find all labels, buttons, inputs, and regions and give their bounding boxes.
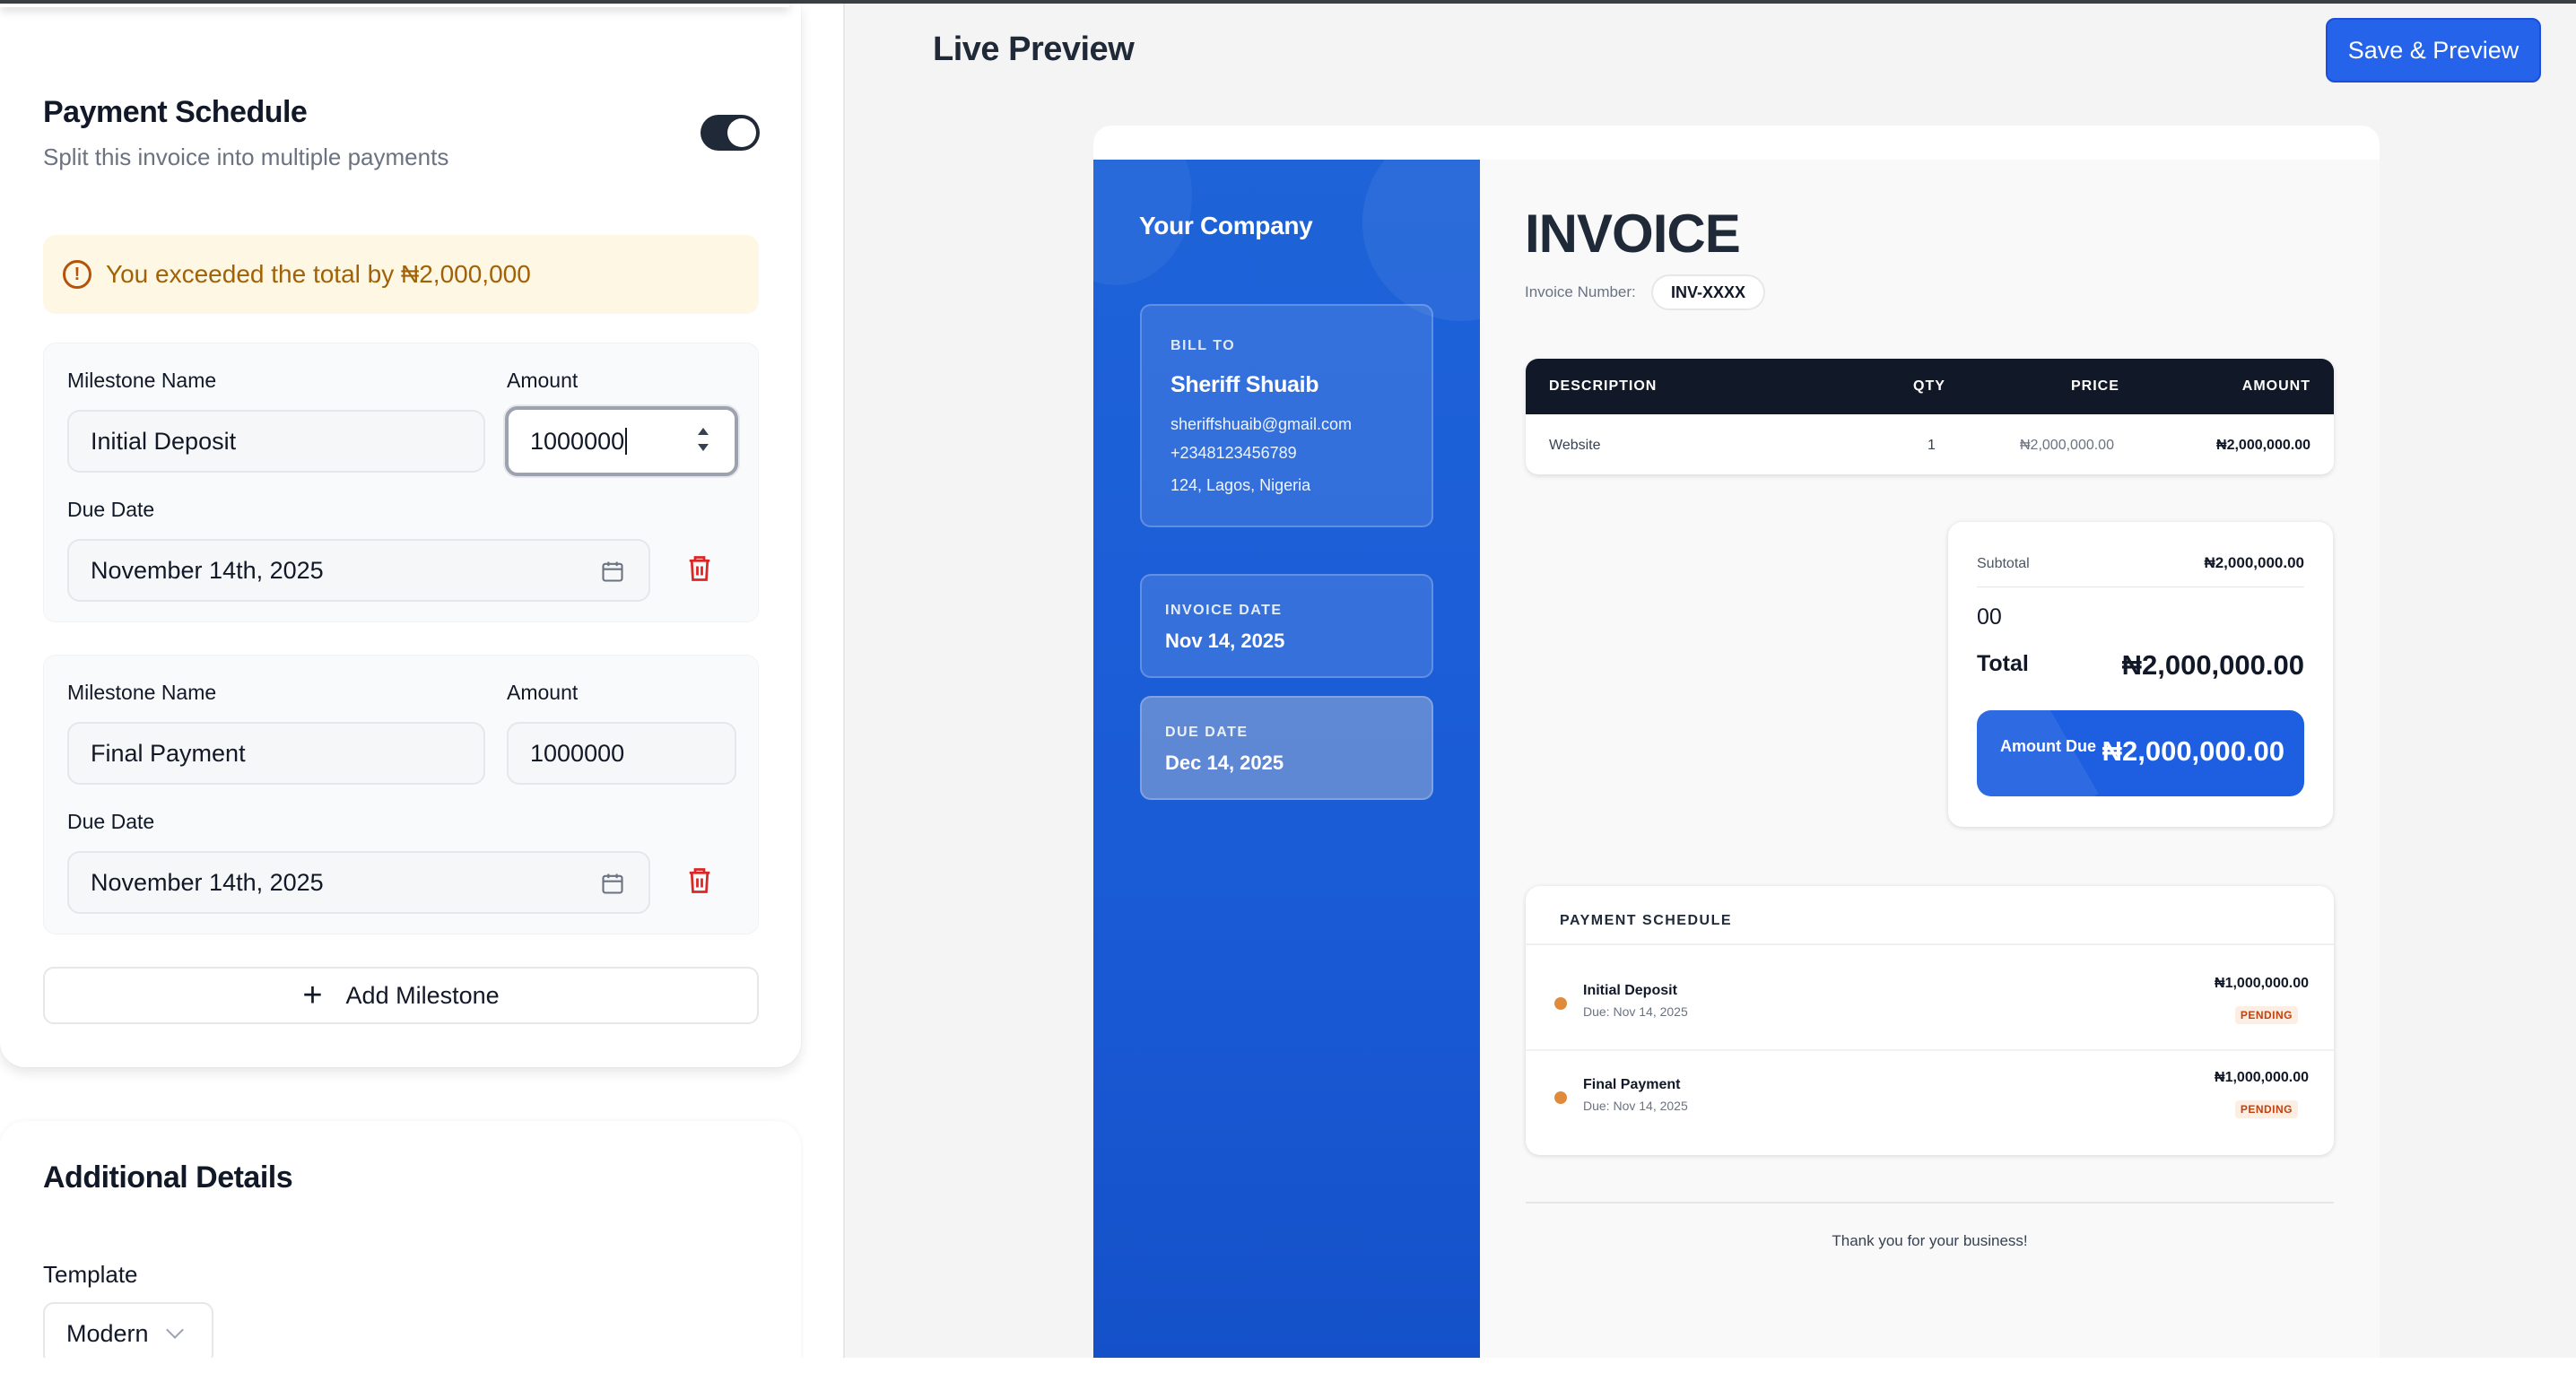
- schedule-item-amount: ₦1,000,000.00: [2215, 976, 2309, 991]
- plus-icon: +: [302, 977, 323, 1014]
- amount-due-pill: Amount Due ₦2,000,000.00: [1977, 710, 2304, 796]
- invoice-date-box: INVOICE DATE Nov 14, 2025: [1140, 574, 1433, 678]
- schedule-item-name: Initial Deposit: [1583, 983, 1677, 998]
- item-description: Website: [1549, 438, 1601, 453]
- client-email: sheriffshuaib@gmail.com: [1171, 415, 1353, 433]
- amount-label: Amount: [507, 681, 579, 704]
- misc-value: 00: [1977, 604, 2002, 630]
- item-qty: 1: [1928, 438, 1936, 453]
- bill-to-label: BILL TO: [1171, 338, 1236, 353]
- amount-input[interactable]: 1000000: [505, 406, 738, 476]
- milestone-name-input[interactable]: Initial Deposit: [67, 410, 485, 473]
- total-label: Total: [1977, 651, 2029, 676]
- due-date-value: November 14th, 2025: [91, 868, 324, 896]
- col-price: PRICE: [2071, 378, 2119, 394]
- thank-you-note: Thank you for your business!: [1832, 1232, 2028, 1249]
- template-select[interactable]: Modern: [43, 1302, 213, 1365]
- calendar-icon: [602, 873, 623, 894]
- footer-divider: [1526, 1202, 2334, 1203]
- due-date-label: DUE DATE: [1165, 725, 1249, 740]
- due-date-label: Due Date: [67, 498, 155, 521]
- amount-due-label: Amount Due: [2000, 737, 2096, 755]
- company-name: Your Company: [1139, 212, 1313, 239]
- status-dot: [1554, 1091, 1567, 1104]
- chevron-down-icon: [165, 1321, 184, 1339]
- template-value: Modern: [66, 1319, 149, 1347]
- payment-schedule-preview: PAYMENT SCHEDULE Initial Deposit Due: No…: [1526, 886, 2334, 1155]
- exceeded-total-warning: ! You exceeded the total by ₦2,000,000: [43, 235, 759, 314]
- due-date-label: Due Date: [67, 810, 155, 833]
- schedule-item-amount: ₦1,000,000.00: [2215, 1070, 2309, 1085]
- add-milestone-label: Add Milestone: [345, 981, 500, 1009]
- col-qty: QTY: [1913, 378, 1945, 394]
- schedule-item-due: Due: Nov 14, 2025: [1583, 1099, 1688, 1113]
- due-date-box: DUE DATE Dec 14, 2025: [1140, 696, 1433, 800]
- live-preview-title: Live Preview: [933, 30, 1135, 68]
- subtotal-label: Subtotal: [1977, 556, 2030, 571]
- template-label: Template: [43, 1261, 138, 1288]
- delete-milestone-trash-icon[interactable]: [686, 553, 713, 584]
- total-value: ₦2,000,000.00: [2121, 649, 2304, 681]
- item-price: ₦2,000,000.00: [2020, 438, 2114, 453]
- warning-text: You exceeded the total by ₦2,000,000: [106, 260, 531, 288]
- invoice-date-label: INVOICE DATE: [1165, 603, 1283, 618]
- due-date-value: Dec 14, 2025: [1165, 752, 1284, 774]
- delete-milestone-trash-icon[interactable]: [686, 865, 713, 896]
- invoice-number-label: Invoice Number:: [1525, 283, 1636, 300]
- totals-card: Subtotal ₦2,000,000.00 00 Total ₦2,000,0…: [1948, 522, 2333, 827]
- invoice-sidebar: Your Company BILL TO Sheriff Shuaib sher…: [1093, 160, 1480, 1358]
- col-amount: AMOUNT: [2241, 378, 2311, 394]
- due-date-picker[interactable]: November 14th, 2025: [67, 851, 650, 914]
- divider: [1526, 943, 2334, 945]
- calendar-icon: [602, 561, 623, 582]
- invoice-number-badge: INV-XXXX: [1651, 274, 1766, 310]
- client-phone: +2348123456789: [1171, 444, 1297, 462]
- milestone-card: Milestone Name Amount Initial Deposit 10…: [43, 343, 759, 622]
- amount-input[interactable]: 1000000: [507, 722, 736, 785]
- schedule-item-due: Due: Nov 14, 2025: [1583, 1004, 1688, 1019]
- alert-circle-icon: !: [63, 260, 91, 289]
- invoice-date-value: Nov 14, 2025: [1165, 630, 1285, 652]
- schedule-item-name: Final Payment: [1583, 1077, 1681, 1092]
- milestone-card: Milestone Name Amount Final Payment 1000…: [43, 655, 759, 934]
- toggle-knob: [727, 118, 756, 147]
- payment-schedule-subtitle: Split this invoice into multiple payment…: [43, 143, 449, 170]
- decorative-circle: [1362, 160, 1480, 321]
- milestone-name-label: Milestone Name: [67, 369, 217, 392]
- due-date-value: November 14th, 2025: [91, 556, 324, 584]
- col-description: DESCRIPTION: [1549, 378, 1658, 394]
- payment-schedule-title: Payment Schedule: [43, 95, 308, 129]
- line-items-table: DESCRIPTION QTY PRICE AMOUNT Website 1 ₦…: [1526, 359, 2334, 474]
- status-dot: [1554, 997, 1567, 1010]
- amount-due-value: ₦2,000,000.00: [2102, 735, 2284, 767]
- status-badge: PENDING: [2234, 1006, 2298, 1024]
- text-cursor: [625, 428, 628, 455]
- schedule-title: PAYMENT SCHEDULE: [1560, 913, 1733, 928]
- client-name: Sheriff Shuaib: [1171, 372, 1319, 397]
- subtotal-value: ₦2,000,000.00: [2204, 554, 2304, 571]
- invoice-heading: INVOICE: [1525, 204, 1741, 264]
- payment-schedule-toggle[interactable]: [701, 115, 760, 151]
- amount-label: Amount: [507, 369, 579, 392]
- due-date-picker[interactable]: November 14th, 2025: [67, 539, 650, 602]
- additional-details-title: Additional Details: [43, 1160, 293, 1195]
- milestone-name-label: Milestone Name: [67, 681, 217, 704]
- add-milestone-button[interactable]: + Add Milestone: [43, 967, 759, 1024]
- item-amount: ₦2,000,000.00: [2216, 438, 2311, 453]
- number-spinner-icon[interactable]: [697, 428, 709, 451]
- client-address: 124, Lagos, Nigeria: [1171, 476, 1311, 494]
- milestone-name-input[interactable]: Final Payment: [67, 722, 485, 785]
- bottom-blank-area: [0, 1358, 2576, 1399]
- save-preview-button[interactable]: Save & Preview: [2326, 18, 2541, 83]
- amount-value: 1000000: [530, 427, 625, 455]
- card-top-fade: [0, 0, 789, 7]
- bill-to-box: BILL TO Sheriff Shuaib sheriffshuaib@gma…: [1140, 304, 1433, 527]
- status-badge: PENDING: [2234, 1100, 2298, 1118]
- divider: [1526, 1049, 2334, 1051]
